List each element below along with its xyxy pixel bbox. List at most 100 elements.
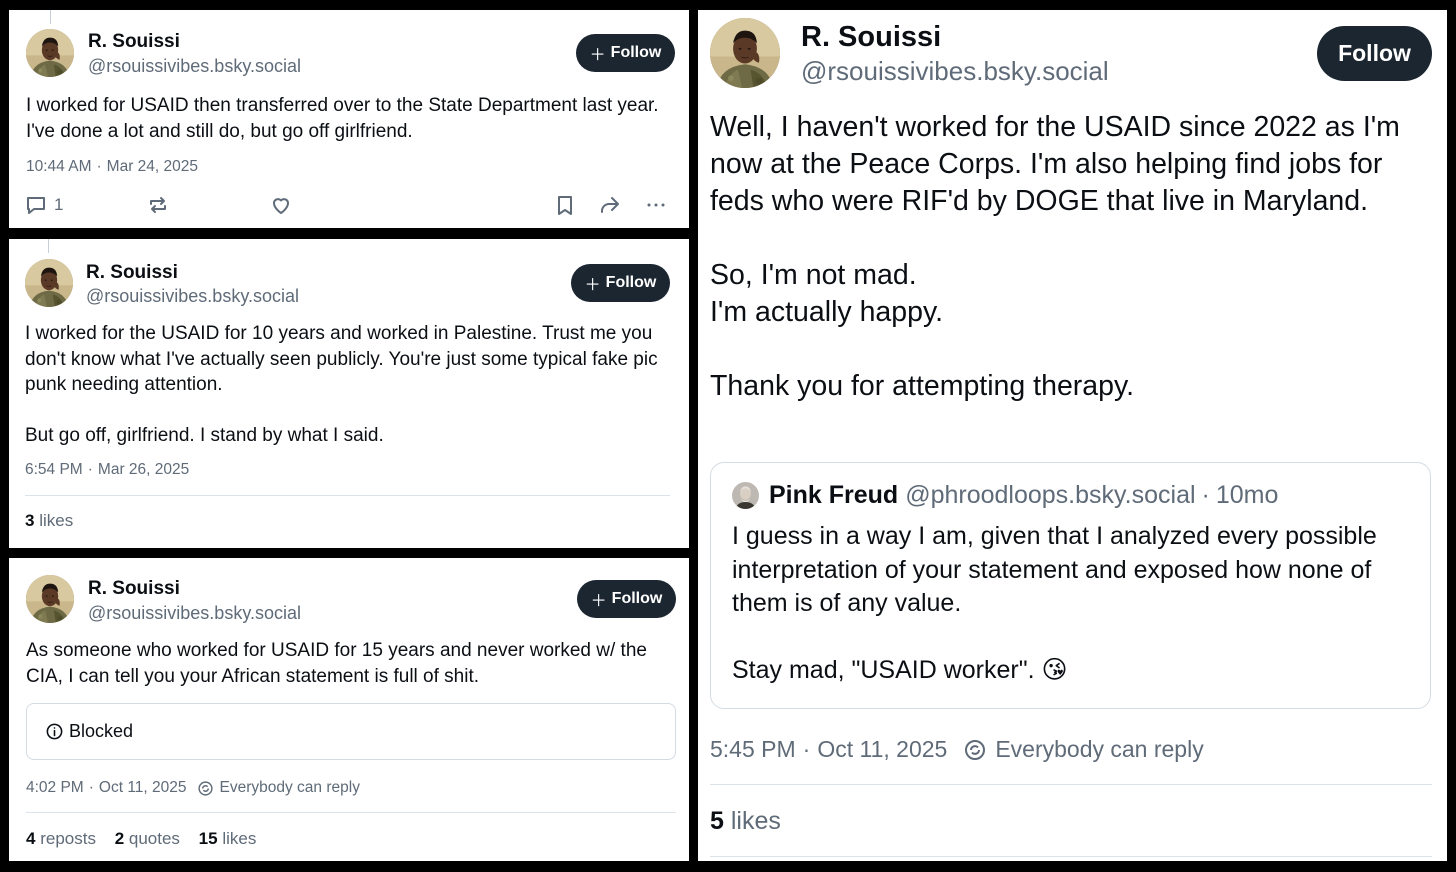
reply-icon: [27, 197, 45, 214]
bookmark-button[interactable]: [553, 192, 577, 218]
post-time: 10:44 AM: [26, 158, 92, 175]
post-stats: 4 reposts 2 quotes 15 likes: [26, 829, 270, 849]
author-handle[interactable]: @rsouissivibes.bsky.social: [88, 603, 301, 624]
avatar[interactable]: [710, 18, 780, 88]
post-timestamp[interactable]: 10:44 AM · Mar 24, 2025: [26, 158, 198, 176]
quoted-avatar[interactable]: [732, 482, 759, 509]
post-text: Well, I haven't worked for the USAID sin…: [710, 111, 1400, 402]
avatar[interactable]: [25, 259, 73, 307]
quoted-author-name: Pink Freud: [769, 481, 899, 509]
post-timestamp[interactable]: 6:54 PM · Mar 26, 2025: [25, 461, 189, 479]
divider: [25, 495, 670, 496]
post-time: 5:45 PM: [710, 736, 796, 762]
quotes-stat[interactable]: 2 quotes: [115, 829, 180, 848]
likes-count: 15: [198, 829, 218, 848]
blocked-embed: Blocked: [26, 703, 676, 760]
blocked-label: Blocked: [69, 721, 134, 741]
separator: ·: [96, 158, 102, 175]
quoted-post-header: Pink Freud @phroodloops.bsky.social · 10…: [732, 481, 1278, 510]
author-handle[interactable]: @rsouissivibes.bsky.social: [88, 56, 301, 77]
likes-label: likes: [730, 807, 781, 835]
repost-icon: [150, 197, 166, 213]
thread-connector: [48, 239, 49, 253]
quotes-count: 2: [114, 829, 125, 848]
quotes-label: quotes: [128, 829, 180, 848]
author-name[interactable]: R. Souissi: [88, 31, 180, 53]
reply-count: 1: [54, 195, 64, 214]
follow-button[interactable]: ＋ Follow: [576, 34, 675, 72]
post-text: As someone who worked for USAID for 15 y…: [26, 640, 647, 687]
more-button[interactable]: [644, 192, 668, 218]
quoted-post-age: 10mo: [1215, 481, 1279, 509]
like-icon: [273, 198, 289, 214]
globe-reply-icon: [197, 780, 213, 796]
reply-setting[interactable]: Everybody can reply: [995, 736, 1203, 763]
divider: [26, 812, 676, 813]
follow-label: Follow: [610, 44, 662, 61]
like-button[interactable]: [269, 192, 293, 218]
post-text: I worked for USAID then transferred over…: [26, 95, 659, 142]
plus-icon: ＋: [589, 47, 606, 64]
follow-label: Follow: [605, 274, 657, 291]
separator: ·: [88, 779, 94, 796]
plus-icon: ＋: [584, 277, 601, 294]
info-icon: [46, 723, 63, 740]
post-card-4: R. Souissi @rsouissivibes.bsky.social Fo…: [698, 10, 1447, 861]
author-name[interactable]: R. Souissi: [88, 578, 180, 600]
follow-label: Follow: [611, 590, 663, 607]
likes-count: 3: [25, 511, 35, 530]
plus-icon: ＋: [590, 593, 607, 610]
quoted-author-handle: @phroodloops.bsky.social: [905, 481, 1196, 509]
author-name[interactable]: R. Souissi: [86, 262, 178, 284]
divider: [710, 856, 1432, 857]
follow-button[interactable]: Follow: [1317, 26, 1432, 81]
post-timestamp[interactable]: 5:45 PM · Oct 11, 2025 Everybody can rep…: [710, 736, 1204, 763]
action-bar: 1: [24, 192, 674, 218]
reposts-count: 4: [26, 829, 36, 848]
bookmark-icon: [558, 196, 572, 215]
reposts-label: reposts: [40, 829, 96, 848]
post-card-2: R. Souissi @rsouissivibes.bsky.social ＋ …: [9, 239, 689, 548]
likes-label: likes: [222, 829, 257, 848]
share-button[interactable]: [598, 192, 622, 218]
avatar[interactable]: [26, 575, 74, 623]
likes-count: 5: [710, 807, 724, 835]
globe-reply-icon: [965, 739, 986, 760]
post-timestamp[interactable]: 4:02 PM · Oct 11, 2025 Everybody can rep…: [26, 779, 360, 797]
post-date: Mar 24, 2025: [106, 158, 199, 175]
likes-stat[interactable]: 5 likes: [710, 807, 781, 835]
author-name[interactable]: R. Souissi: [801, 21, 941, 54]
quoted-post[interactable]: Pink Freud @phroodloops.bsky.social · 10…: [710, 462, 1431, 709]
post-time: 6:54 PM: [25, 461, 83, 478]
post-card-1: R. Souissi @rsouissivibes.bsky.social ＋ …: [9, 10, 689, 228]
author-handle[interactable]: @rsouissivibes.bsky.social: [801, 56, 1109, 87]
post-date: Oct 11, 2025: [817, 736, 948, 762]
likes-stat[interactable]: 15 likes: [199, 829, 257, 848]
divider: [710, 784, 1432, 785]
separator: ·: [1201, 481, 1210, 509]
post-card-3: R. Souissi @rsouissivibes.bsky.social ＋ …: [9, 558, 689, 861]
reposts-stat[interactable]: 4 reposts: [26, 829, 96, 848]
post-time: 4:02 PM: [26, 779, 84, 796]
post-date: Mar 26, 2025: [97, 461, 190, 478]
post-stats: 3 likes: [25, 511, 87, 531]
repost-button[interactable]: [146, 192, 170, 218]
thread-connector: [50, 10, 51, 24]
separator: ·: [802, 736, 811, 762]
reply-button[interactable]: 1: [24, 192, 63, 218]
likes-label: likes: [39, 511, 74, 530]
avatar[interactable]: [26, 29, 74, 77]
reply-setting[interactable]: Everybody can reply: [220, 779, 360, 797]
post-date: Oct 11, 2025: [98, 779, 187, 796]
author-handle[interactable]: @rsouissivibes.bsky.social: [86, 286, 299, 307]
post-stats: 5 likes: [710, 807, 795, 836]
post-text: I worked for the USAID for 10 years and …: [25, 323, 658, 446]
more-icon: [647, 203, 665, 207]
share-icon: [601, 197, 619, 213]
follow-label: Follow: [1338, 40, 1411, 66]
quoted-post-text: I guess in a way I am, given that I anal…: [732, 522, 1377, 684]
follow-button[interactable]: ＋ Follow: [571, 264, 670, 302]
likes-stat[interactable]: 3 likes: [25, 511, 73, 530]
separator: ·: [87, 461, 93, 478]
follow-button[interactable]: ＋ Follow: [577, 580, 676, 618]
